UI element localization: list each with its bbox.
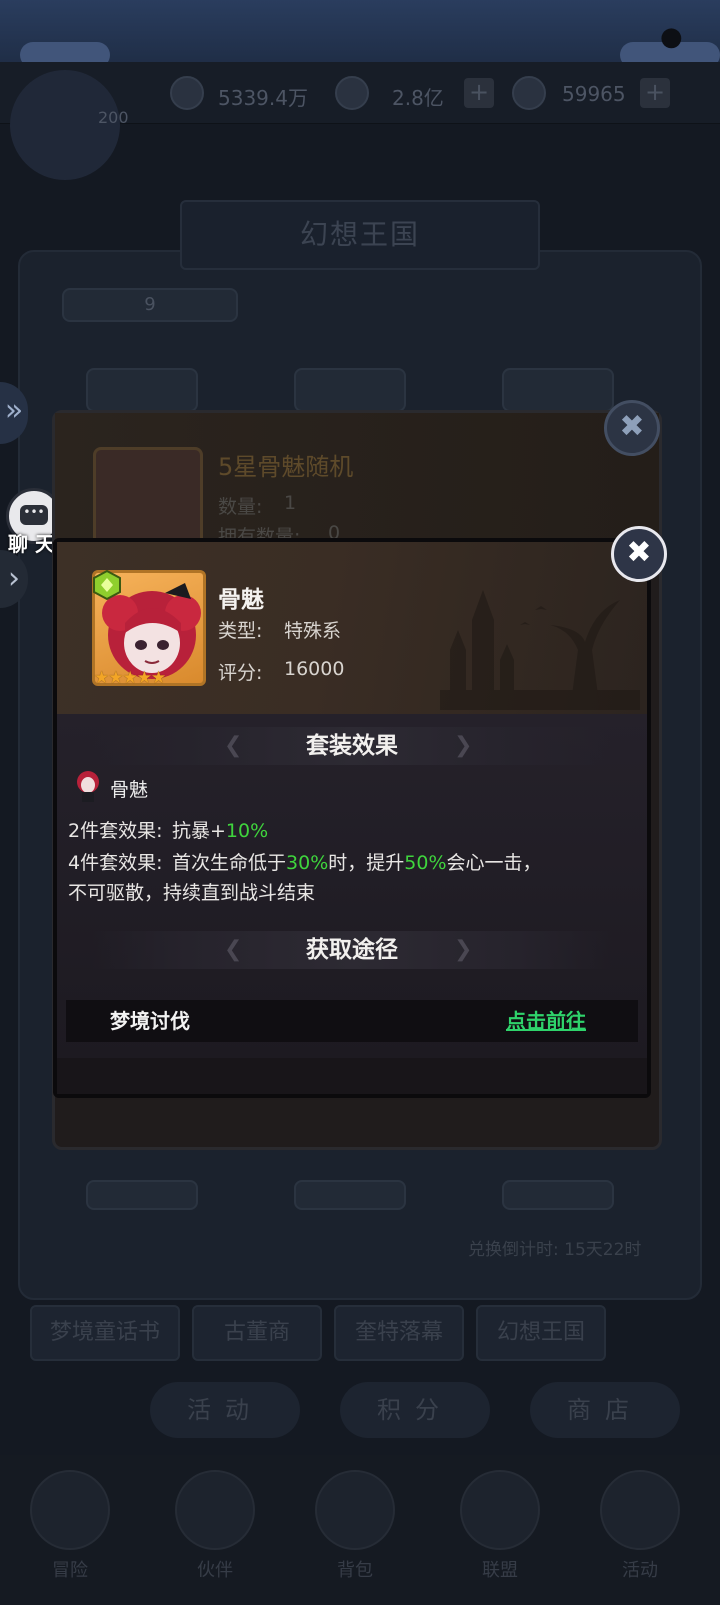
reward-slot[interactable]: [294, 1180, 406, 1210]
diamond-value: 59965: [562, 82, 626, 106]
equipment-footer: [57, 1058, 647, 1094]
player-level: 200: [98, 108, 129, 127]
nav-adventure-label: 冒险: [52, 1560, 88, 1581]
tab-fantasy-kingdom[interactable]: 幻想王国: [476, 1305, 606, 1361]
reward-slot[interactable]: [502, 1180, 614, 1210]
nav-activity[interactable]: 活动: [585, 1470, 695, 1590]
item-name: 骨魅: [218, 587, 264, 613]
set-effect-4-line2: 不可驱散，持续直到战斗结束: [68, 882, 316, 904]
tab-dream-fairytale[interactable]: 梦境童话书: [30, 1305, 180, 1361]
score-label: 评分:: [218, 662, 263, 684]
chevron-right-icon: ›: [8, 561, 20, 596]
nav-activity-label: 活动: [622, 1560, 658, 1581]
close-reward-modal-button[interactable]: ✖: [604, 400, 660, 456]
source-title: 获取途径: [306, 937, 398, 963]
quality-badge-icon: [93, 570, 121, 600]
castle-silhouette-decoration: [440, 590, 640, 710]
score-value: 16000: [284, 658, 345, 680]
reward-quantity-value: 1: [284, 492, 297, 514]
close-modal-button[interactable]: ✖: [611, 526, 667, 582]
source-section-header: ❮ 获取途径 ❯: [92, 931, 612, 969]
ticket-count: 9: [144, 294, 156, 315]
set-character-icon: [77, 771, 99, 802]
source-name: 梦境讨伐: [110, 1009, 190, 1033]
effect-4-part2: 时，提升: [328, 852, 405, 874]
set-effect-4: 4件套效果: 首次生命低于30%时，提升50%会心一击，: [68, 848, 542, 878]
nav-bag[interactable]: 背包: [300, 1470, 410, 1590]
close-icon: ✖: [626, 535, 652, 570]
stamina-icon: [170, 76, 204, 110]
add-gold-button[interactable]: +: [464, 78, 494, 108]
close-icon: ✖: [619, 409, 645, 444]
effect-4-part1: 首次生命低于: [172, 852, 287, 874]
shop-button[interactable]: 商店: [530, 1382, 680, 1438]
exchange-countdown: 兑换倒计时: 15天22时: [468, 1240, 642, 1260]
source-row: 梦境讨伐 点击前往: [66, 1000, 638, 1042]
gold-coin-icon: [335, 76, 369, 110]
effect-2-text: 抗暴+: [172, 820, 226, 842]
add-diamond-button[interactable]: +: [640, 78, 670, 108]
set-name: 骨魅: [110, 779, 149, 801]
effect-4-label: 4件套效果:: [68, 852, 163, 874]
tab-curtain-fall[interactable]: 奎特落幕: [334, 1305, 464, 1361]
reward-slot[interactable]: [502, 368, 614, 412]
reward-slot[interactable]: [86, 1180, 198, 1210]
reward-quantity-label: 数量:: [218, 496, 263, 518]
effect-4-value2: 50%: [404, 852, 447, 874]
nav-adventure[interactable]: 冒险: [15, 1470, 125, 1590]
effect-4-value1: 30%: [286, 852, 329, 874]
reward-slot[interactable]: [86, 368, 198, 412]
diamond-icon: [512, 76, 546, 110]
reward-title: 5星骨魅随机: [218, 453, 354, 481]
nav-partners[interactable]: 伙伴: [160, 1470, 270, 1590]
screen-title: 幻想王国: [299, 218, 420, 251]
chat-bubble-icon: •••: [20, 505, 48, 525]
nav-alliance[interactable]: 联盟: [445, 1470, 555, 1590]
tab-antique-dealer[interactable]: 古董商: [192, 1305, 322, 1361]
ornament-left-icon: ❮: [224, 733, 243, 758]
cat-icon: ●: [660, 22, 683, 52]
ticket-counter: 9: [62, 288, 238, 322]
effect-4-part3: 会心一击，: [446, 852, 542, 874]
type-value: 特殊系: [284, 620, 342, 642]
effect-2-value: 10%: [225, 820, 269, 842]
star-rating: ★★★★★: [94, 668, 166, 688]
set-effect-title: 套装效果: [306, 733, 398, 759]
ornament-right-icon: ❯: [454, 733, 473, 758]
go-to-source-link[interactable]: 点击前往: [506, 1000, 586, 1042]
ornament-left-icon: ❮: [224, 937, 243, 962]
effect-2-label: 2件套效果:: [68, 820, 163, 842]
reward-slot[interactable]: [294, 368, 406, 412]
ornament-right-icon: ❯: [454, 937, 473, 962]
set-effect-section-header: ❮ 套装效果 ❯: [92, 727, 612, 765]
activity-button[interactable]: 活动: [150, 1382, 300, 1438]
stamina-value: 5339.4万: [218, 86, 308, 110]
nav-partners-label: 伙伴: [197, 1560, 233, 1581]
gold-value: 2.8亿: [392, 86, 444, 110]
double-chevron-right-icon: »: [4, 393, 24, 428]
points-button[interactable]: 积分: [340, 1382, 490, 1438]
nav-bag-label: 背包: [337, 1560, 373, 1581]
type-label: 类型:: [218, 620, 263, 642]
set-effect-2: 2件套效果: 抗暴+10%: [68, 816, 268, 846]
screen-title-banner: 幻想王国: [180, 200, 540, 270]
nav-alliance-label: 联盟: [482, 1560, 518, 1581]
